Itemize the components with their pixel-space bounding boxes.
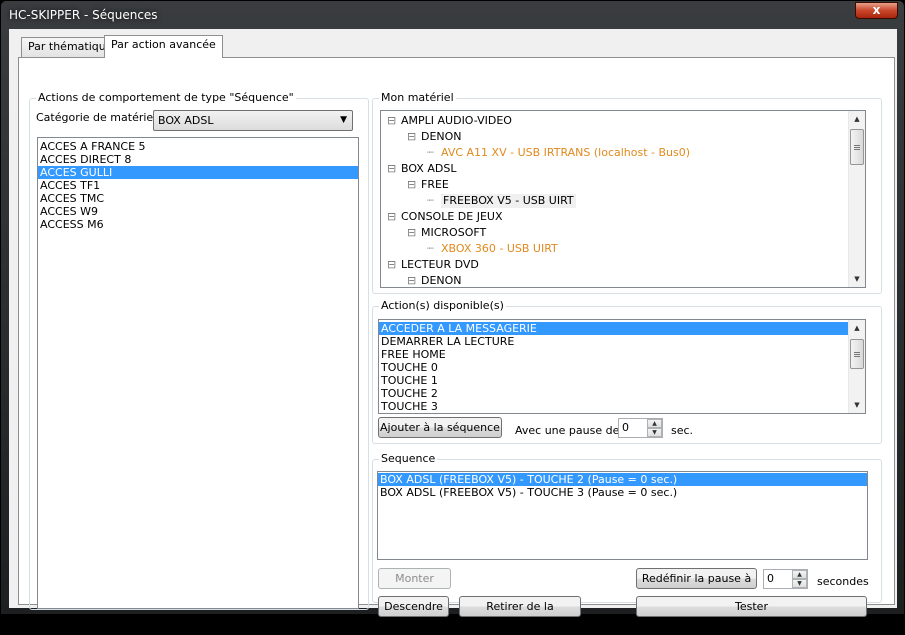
sequence-label: Sequence: [379, 452, 438, 465]
redefine-pause-button[interactable]: Redéfinir la pause à: [636, 568, 757, 589]
tree-item[interactable]: LECTEUR DVD: [401, 258, 479, 272]
tree-expander-icon[interactable]: ⊟: [407, 274, 416, 287]
tree-item[interactable]: AMPLI AUDIO-VIDEO: [401, 114, 512, 128]
tree-connector-icon: ┈: [427, 146, 434, 159]
tree-expander-icon[interactable]: ⊟: [387, 210, 396, 223]
tree-expander-icon[interactable]: ⊟: [387, 114, 396, 127]
category-label: Catégorie de matériel :: [36, 111, 164, 124]
tree-item[interactable]: MICROSOFT: [421, 226, 486, 240]
category-select[interactable]: BOX ADSL ▼: [153, 110, 353, 131]
scroll-thumb[interactable]: [850, 339, 864, 369]
scroll-down-icon[interactable]: ▼: [849, 397, 865, 413]
tree-item[interactable]: FREEBOX V5 - USB UIRT: [441, 194, 576, 208]
spin-up-icon[interactable]: ▲: [792, 570, 807, 579]
scroll-thumb[interactable]: [850, 129, 864, 165]
chevron-down-icon: ▼: [340, 115, 347, 125]
list-item[interactable]: FREE HOME: [379, 348, 865, 361]
list-item[interactable]: ACCES W9: [38, 205, 358, 218]
sec-label: sec.: [671, 424, 694, 437]
list-item[interactable]: ACCES GULLI: [38, 166, 358, 179]
title-bar[interactable]: HC-SKIPPER - Séquences x: [1, 1, 904, 29]
list-item[interactable]: BOX ADSL (FREEBOX V5) - TOUCHE 3 (Pause …: [378, 486, 867, 499]
descendre-button[interactable]: Descendre: [378, 596, 449, 617]
tab-page: Actions de comportement de type "Séquenc…: [18, 57, 895, 632]
list-item[interactable]: ACCES TF1: [38, 179, 358, 192]
tree-expander-icon[interactable]: ⊟: [407, 226, 416, 239]
tree-connector-icon: ┈: [427, 242, 434, 255]
tab-par-action-avancee[interactable]: Par action avancée: [104, 35, 223, 58]
list-item[interactable]: BOX ADSL (FREEBOX V5) - TOUCHE 2 (Pause …: [378, 473, 867, 486]
list-item[interactable]: ACCES DIRECT 8: [38, 153, 358, 166]
scroll-up-icon[interactable]: ▲: [849, 111, 865, 127]
tree-item[interactable]: XBOX 360 - USB UIRT: [441, 242, 558, 256]
materiel-label: Mon matériel: [379, 91, 456, 104]
scroll-up-icon[interactable]: ▲: [849, 320, 865, 336]
scroll-down-icon[interactable]: ▼: [849, 271, 865, 287]
list-item[interactable]: ACCEDER A LA MESSAGERIE: [379, 322, 865, 335]
tree-expander-icon[interactable]: ⊟: [387, 258, 396, 271]
remove-from-sequence-button[interactable]: Retirer de la séquence: [459, 596, 581, 632]
pause-stepper[interactable]: 0 ▲ ▼: [618, 418, 663, 438]
secondes-label: secondes: [817, 575, 869, 588]
spin-down-icon[interactable]: ▼: [792, 579, 807, 588]
tree-item[interactable]: CONSOLE DE JEUX: [401, 210, 502, 224]
spin-down-icon[interactable]: ▼: [647, 428, 662, 437]
list-item[interactable]: ACCESS M6: [38, 218, 358, 231]
list-item[interactable]: TOUCHE 1: [379, 374, 865, 387]
actions-list[interactable]: ACCEDER A LA MESSAGERIE DEMARRER LA LECTU…: [378, 319, 866, 414]
sequence-actions-list[interactable]: ACCES A FRANCE 5 ACCES DIRECT 8 ACCES GULL…: [37, 137, 359, 609]
tree-expander-icon[interactable]: ⊟: [387, 162, 396, 175]
redefine-pause-stepper[interactable]: 0 ▲ ▼: [763, 569, 808, 589]
tree-connector-icon: ┈: [427, 194, 434, 207]
tester-button[interactable]: Tester: [636, 596, 867, 617]
actions-scrollbar[interactable]: ▲ ▼: [848, 320, 865, 413]
pause-label: Avec une pause de: [515, 424, 620, 437]
list-item[interactable]: TOUCHE 0: [379, 361, 865, 374]
tree-item[interactable]: DENON: [421, 130, 462, 144]
list-item[interactable]: DEMARRER LA LECTURE: [379, 335, 865, 348]
materiel-scrollbar[interactable]: ▲ ▼: [848, 111, 865, 287]
list-item[interactable]: TOUCHE 3: [379, 400, 865, 413]
list-item[interactable]: ACCES TMC: [38, 192, 358, 205]
spin-up-icon[interactable]: ▲: [647, 419, 662, 428]
category-value: BOX ADSL: [158, 114, 214, 127]
tree-item[interactable]: BOX ADSL: [401, 162, 456, 176]
tree-expander-icon[interactable]: ⊟: [407, 178, 416, 191]
window-title: HC-SKIPPER - Séquences: [9, 8, 158, 22]
monter-button[interactable]: Monter: [378, 568, 451, 589]
behaviour-actions-label: Actions de comportement de type "Séquenc…: [36, 91, 296, 104]
tree-item[interactable]: DENON: [421, 274, 462, 287]
tree-expander-icon[interactable]: ⊟: [407, 130, 416, 143]
list-item[interactable]: TOUCHE 2: [379, 387, 865, 400]
close-button[interactable]: x: [855, 2, 898, 19]
app-window: HC-SKIPPER - Séquences x Par thématique …: [0, 0, 905, 632]
tree-item[interactable]: AVC A11 XV - USB IRTRANS (localhost - Bu…: [441, 146, 690, 160]
tree-item[interactable]: FREE: [421, 178, 449, 192]
pause-value: 0: [622, 421, 629, 434]
add-to-sequence-button[interactable]: Ajouter à la séquence: [378, 417, 502, 438]
list-item[interactable]: ACCES A FRANCE 5: [38, 140, 358, 153]
redefine-pause-value: 0: [767, 572, 774, 585]
client-area: Par thématique Par action avancée Action…: [9, 29, 897, 632]
materiel-tree[interactable]: ⊟ AMPLI AUDIO-VIDEO ⊟ DENON ┈ AVC A11 XV - US…: [380, 110, 866, 288]
actions-label: Action(s) disponible(s): [379, 299, 506, 312]
sequence-list[interactable]: BOX ADSL (FREEBOX V5) - TOUCHE 2 (Pause …: [377, 471, 868, 560]
